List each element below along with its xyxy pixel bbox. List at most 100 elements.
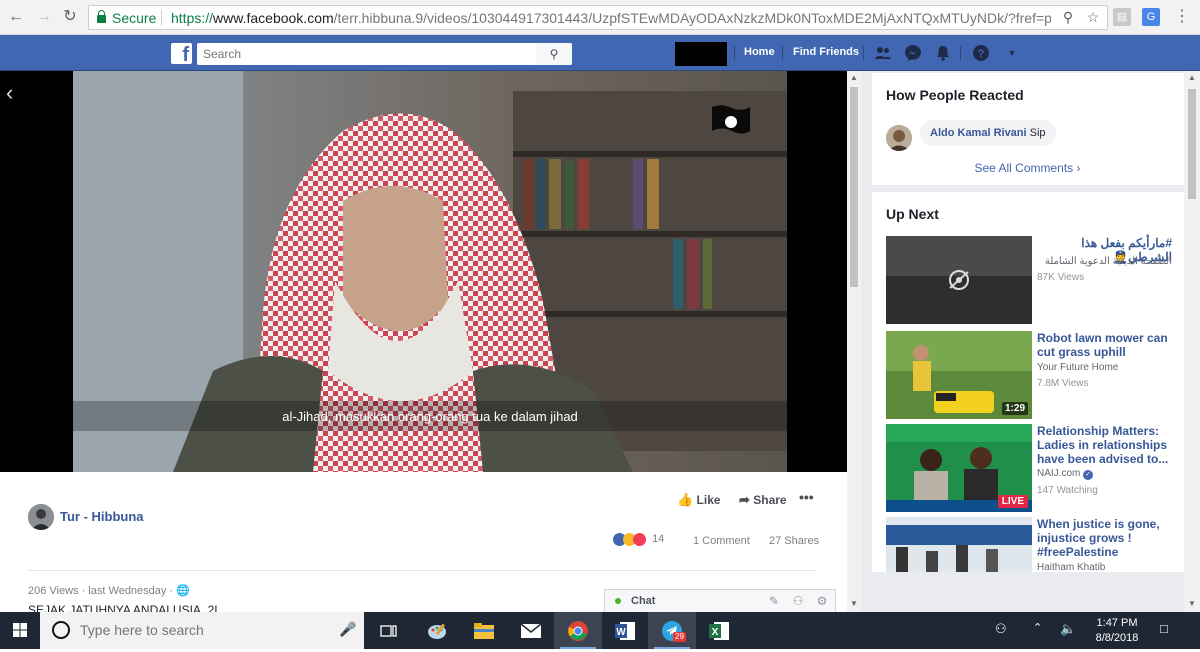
- file-explorer-icon[interactable]: [460, 612, 508, 649]
- start-windows-icon[interactable]: [0, 612, 40, 649]
- address-bar[interactable]: Secure https://www.facebook.com/terr.hib…: [88, 5, 1108, 30]
- more-options-icon[interactable]: •••: [799, 489, 814, 505]
- video-source[interactable]: الصفحة الدينية الدعوية الشاملة: [1037, 256, 1172, 267]
- browser-toolbar: ← → ↻ Secure https://www.facebook.com/te…: [0, 0, 1200, 35]
- back-arrow-icon[interactable]: ←: [6, 7, 26, 27]
- like-label: Like: [696, 493, 721, 507]
- menu-dots-icon[interactable]: ⋮: [1172, 7, 1192, 27]
- task-view-icon[interactable]: [365, 612, 413, 649]
- friend-requests-icon[interactable]: [874, 44, 892, 62]
- page-avatar[interactable]: [28, 504, 54, 530]
- reactor-comment: Sip: [1029, 127, 1046, 139]
- reactor-avatar[interactable]: [886, 125, 912, 151]
- video-views: 147 Watching: [1037, 485, 1098, 496]
- nav-home[interactable]: Home: [744, 46, 775, 58]
- video-thumbnail[interactable]: [886, 517, 1032, 572]
- reactor-name[interactable]: Aldo Kamal Rivani: [930, 127, 1027, 139]
- video-title[interactable]: Robot lawn mower can cut grass uphill: [1037, 331, 1172, 359]
- forward-arrow-icon[interactable]: →: [34, 7, 54, 27]
- url-host: www.facebook.com: [213, 10, 334, 26]
- video-frame[interactable]: al-Jihad, masukkan orang-orang tua ke da…: [73, 71, 787, 472]
- action-center-icon[interactable]: □: [1160, 621, 1168, 636]
- share-button[interactable]: ➦ Share: [739, 492, 787, 508]
- new-message-icon[interactable]: ✎: [767, 594, 781, 608]
- video-thumbnail[interactable]: [886, 236, 1032, 324]
- facebook-logo-icon[interactable]: f: [171, 43, 192, 64]
- people-icon[interactable]: ⚇: [995, 621, 1007, 637]
- pdf-extension-icon[interactable]: ▤: [1113, 8, 1131, 26]
- thumbs-up-icon: 👍: [677, 492, 694, 507]
- system-clock[interactable]: 1:47 PM 8/8/2018: [1088, 616, 1146, 646]
- globe-icon: 🌐: [176, 585, 190, 597]
- video-thumbnail[interactable]: LIVE: [886, 424, 1032, 512]
- messenger-icon[interactable]: [904, 44, 922, 62]
- chevron-right-icon: ›: [1076, 161, 1081, 175]
- search-input[interactable]: [197, 43, 527, 65]
- chat-bar[interactable]: Chat ✎ ⚇ ⚙: [604, 589, 836, 612]
- microphone-icon[interactable]: 🎤: [339, 621, 356, 638]
- facebook-search: ⚲: [197, 43, 572, 65]
- help-icon[interactable]: ?: [972, 44, 990, 62]
- chrome-app-icon[interactable]: [554, 612, 602, 649]
- see-all-comments-link[interactable]: See All Comments ›: [872, 161, 1183, 175]
- video-source[interactable]: Your Future Home: [1037, 362, 1118, 373]
- up-next-item[interactable]: LIVE Relationship Matters: Ladies in rel…: [886, 424, 1184, 512]
- zoom-icon[interactable]: ⚲: [1059, 9, 1077, 27]
- right-panel-scrollbar[interactable]: ▲ ▼: [1184, 71, 1200, 612]
- nav-find-friends[interactable]: Find Friends: [793, 46, 859, 58]
- post-date[interactable]: last Wednesday: [88, 585, 166, 597]
- page-name-link[interactable]: Tur - Hibbuna: [60, 509, 144, 524]
- show-hidden-icons-chevron-icon[interactable]: ⌃: [1033, 621, 1042, 634]
- video-source[interactable]: Haitham Khatib: [1037, 562, 1105, 572]
- up-next-item[interactable]: #مارأيكم بفعل هذا الشرطي👮 الصفحة الدينية…: [886, 236, 1184, 324]
- reload-icon[interactable]: ↻: [60, 7, 80, 27]
- mail-app-icon[interactable]: [507, 612, 555, 649]
- like-button[interactable]: 👍 Like: [677, 492, 721, 508]
- word-app-icon[interactable]: W: [601, 612, 649, 649]
- paint-app-icon[interactable]: [413, 612, 461, 649]
- up-next-card: Up Next #مارأيكم بفعل هذا الشرطي👮 الصفحة…: [872, 192, 1184, 572]
- black-flag-logo: [712, 105, 750, 134]
- left-panel-scrollbar[interactable]: ▲ ▼: [847, 71, 861, 612]
- search-icon[interactable]: ⚲: [536, 43, 572, 65]
- scroll-up-arrow-icon[interactable]: ▲: [847, 73, 861, 82]
- back-chevron-icon[interactable]: ‹: [6, 80, 13, 106]
- url-protocol: https://: [171, 10, 214, 26]
- group-chat-icon[interactable]: ⚇: [791, 594, 805, 608]
- scroll-down-arrow-icon[interactable]: ▼: [1185, 599, 1199, 608]
- taskbar-search[interactable]: 🎤: [40, 612, 364, 649]
- chat-label: Chat: [631, 595, 656, 607]
- taskbar-search-input[interactable]: [80, 622, 330, 638]
- scrollbar-thumb[interactable]: [1188, 89, 1196, 199]
- video-title[interactable]: When justice is gone, injustice grows ! …: [1037, 517, 1172, 559]
- scroll-down-arrow-icon[interactable]: ▼: [847, 599, 861, 608]
- url-text[interactable]: https://www.facebook.com/terr.hibbuna.9/…: [171, 10, 1051, 26]
- secure-indicator[interactable]: Secure: [97, 10, 156, 26]
- excel-app-icon[interactable]: X: [695, 612, 743, 649]
- video-duration: 1:29: [1001, 402, 1028, 415]
- volume-icon[interactable]: 🔈: [1060, 621, 1076, 637]
- view-count: 206 Views: [28, 585, 79, 597]
- telegram-app-icon[interactable]: 29: [648, 612, 696, 649]
- notifications-bell-icon[interactable]: [934, 44, 952, 62]
- up-next-item[interactable]: When justice is gone, injustice grows ! …: [886, 517, 1184, 572]
- scrollbar-thumb[interactable]: [850, 87, 858, 287]
- cortana-icon[interactable]: [52, 621, 70, 639]
- video-thumbnail[interactable]: 1:29: [886, 331, 1032, 419]
- reactions-summary[interactable]: 14: [613, 533, 664, 546]
- see-all-label: See All Comments: [974, 161, 1074, 175]
- scroll-up-arrow-icon[interactable]: ▲: [1185, 73, 1199, 82]
- share-count[interactable]: 27 Shares: [769, 535, 819, 547]
- chat-settings-gear-icon[interactable]: ⚙: [815, 594, 829, 608]
- bookmark-star-icon[interactable]: ☆: [1084, 9, 1102, 27]
- svg-text:W: W: [616, 627, 626, 638]
- translate-extension-icon[interactable]: G: [1142, 8, 1160, 26]
- nav-divider: [782, 46, 783, 60]
- video-title[interactable]: Relationship Matters: Ladies in relation…: [1037, 424, 1172, 466]
- comment-count[interactable]: 1 Comment: [693, 535, 750, 547]
- profile-redacted[interactable]: [675, 42, 727, 66]
- svg-text:X: X: [712, 627, 719, 638]
- up-next-item[interactable]: 1:29 Robot lawn mower can cut grass uphi…: [886, 331, 1184, 419]
- account-dropdown-icon[interactable]: ▼: [1003, 44, 1021, 62]
- video-source[interactable]: NAIJ.com ✓: [1037, 468, 1094, 480]
